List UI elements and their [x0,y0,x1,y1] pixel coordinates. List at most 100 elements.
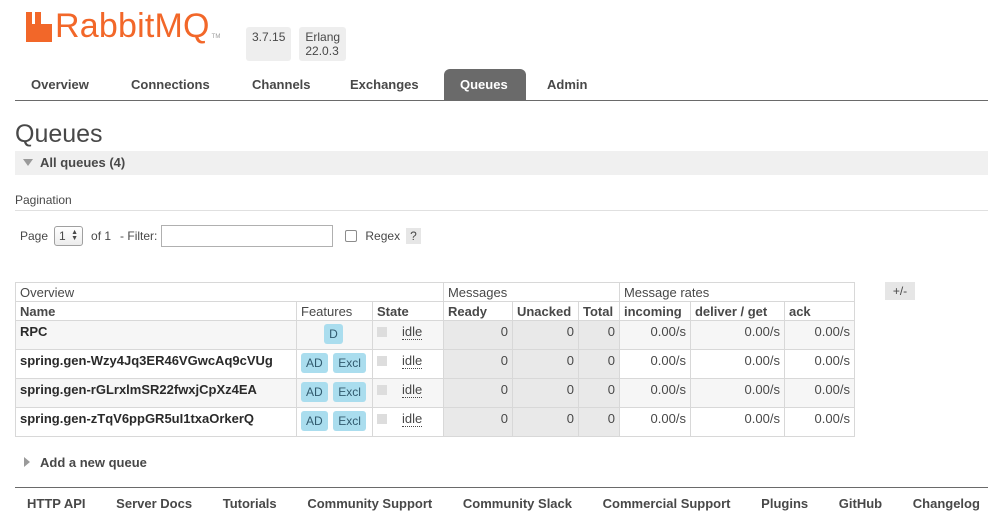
all-queues-section-toggle[interactable]: All queues (4) [15,151,988,175]
column-header-deliver-get[interactable]: deliver / get [689,301,785,321]
state-text: idle [401,382,423,398]
erlang-version-badge: Erlang 22.0.3 [299,27,347,61]
regex-help-button[interactable]: ? [406,228,421,244]
filter-input[interactable] [161,225,334,247]
group-header-message-rates: Message rates [618,282,855,302]
ready-count: 0 [442,407,513,437]
state-text: idle [401,353,423,369]
logo-text: RabbitMQ [55,7,210,45]
unacked-count: 0 [511,320,579,350]
filter-label: - Filter: [120,229,158,243]
footer-link-plugins[interactable]: Plugins [761,496,808,511]
queues-table: Overview Messages Message rates Name Fea… [15,282,855,437]
incoming-rate: 0.00/s [618,407,691,437]
total-count: 0 [577,407,620,437]
pagination-label: Pagination [15,193,72,207]
incoming-rate: 0.00/s [618,349,691,379]
rabbit-logo-icon [26,12,52,42]
footer-link-commercial-support[interactable]: Commercial Support [603,496,731,511]
version-badge: 3.7.15 [246,27,292,61]
table-row[interactable]: RPC D idle 0 0 0 0.00/s 0.00/s 0.00/s [15,320,855,350]
feature-badge-durable: D [324,324,343,344]
add-new-queue-label: Add a new queue [40,455,147,470]
deliver-get-rate: 0.00/s [689,349,785,379]
unacked-count: 0 [511,349,579,379]
expand-triangle-icon [24,457,30,467]
column-header-total[interactable]: Total [577,301,620,321]
ack-rate: 0.00/s [783,320,855,350]
state-indicator-icon [376,385,387,395]
rabbitmq-logo[interactable]: RabbitMQ TM [26,7,221,45]
footer-link-http-api[interactable]: HTTP API [27,496,86,511]
group-header-messages: Messages [442,282,620,302]
state-indicator-icon [376,414,387,424]
divider [15,210,988,211]
total-count: 0 [577,349,620,379]
add-new-queue-toggle[interactable]: Add a new queue [24,455,147,470]
footer-link-github[interactable]: GitHub [839,496,882,511]
page-title: Queues [15,120,103,148]
column-toggle-button[interactable]: +/- [885,282,915,300]
incoming-rate: 0.00/s [618,320,691,350]
tab-exchanges[interactable]: Exchanges [334,69,435,101]
feature-badge-auto-delete: AD [301,382,328,402]
table-row[interactable]: spring.gen-rGLrxlmSR22fwxjCpXz4EA AD Exc… [15,378,855,408]
state-indicator-icon [376,356,387,366]
ready-count: 0 [442,349,513,379]
state-text: idle [401,411,423,427]
page-label: Page [20,229,49,243]
pagination-controls: Page 1 ▲ ▼ of 1 - Filter: Regex ? [20,224,421,248]
queue-name-link[interactable]: spring.gen-rGLrxlmSR22fwxjCpXz4EA [15,378,297,408]
tab-channels[interactable]: Channels [236,69,327,101]
queue-name-link[interactable]: spring.gen-zTqV6ppGR5uI1txaOrkerQ [15,407,297,437]
table-row[interactable]: spring.gen-Wzy4Jq3ER46VGwcAq9cVUg AD Exc… [15,349,855,379]
state-indicator-icon [376,327,387,337]
column-header-ack[interactable]: ack [783,301,855,321]
ready-count: 0 [442,320,513,350]
footer-link-changelog[interactable]: Changelog [913,496,980,511]
footer-link-server-docs[interactable]: Server Docs [116,496,192,511]
logo-trademark: TM [211,34,221,40]
column-header-name[interactable]: Name [15,301,297,321]
footer-links: HTTP API Server Docs Tutorials Community… [15,496,988,511]
group-header-overview: Overview [15,282,444,302]
footer-link-community-support[interactable]: Community Support [307,496,432,511]
column-header-ready[interactable]: Ready [442,301,513,321]
feature-badge-auto-delete: AD [301,353,328,373]
unacked-count: 0 [511,378,579,408]
queue-name-link[interactable]: spring.gen-Wzy4Jq3ER46VGwcAq9cVUg [15,349,297,379]
tab-admin[interactable]: Admin [531,69,603,101]
column-header-unacked[interactable]: Unacked [511,301,579,321]
ack-rate: 0.00/s [783,349,855,379]
regex-checkbox[interactable] [345,230,358,242]
ack-rate: 0.00/s [783,407,855,437]
feature-badge-exclusive: Excl [333,411,366,431]
deliver-get-rate: 0.00/s [689,407,785,437]
footer-link-tutorials[interactable]: Tutorials [223,496,277,511]
column-header-features: Features [296,301,373,321]
footer-link-community-slack[interactable]: Community Slack [463,496,572,511]
updown-arrows-icon: ▲ ▼ [71,229,79,242]
collapse-triangle-icon [23,159,33,166]
page-select[interactable]: 1 ▲ ▼ [54,226,84,246]
queue-name-link[interactable]: RPC [15,320,297,350]
feature-badge-exclusive: Excl [333,353,366,373]
tab-connections[interactable]: Connections [115,69,226,101]
tab-queues[interactable]: Queues [444,69,526,101]
unacked-count: 0 [511,407,579,437]
page-of-label: of 1 [91,229,112,243]
table-row[interactable]: spring.gen-zTqV6ppGR5uI1txaOrkerQ AD Exc… [15,407,855,437]
incoming-rate: 0.00/s [618,378,691,408]
total-count: 0 [577,320,620,350]
tab-overview[interactable]: Overview [15,69,105,101]
page-select-value: 1 [59,229,66,243]
column-header-state[interactable]: State [371,301,444,321]
ack-rate: 0.00/s [783,378,855,408]
ready-count: 0 [442,378,513,408]
deliver-get-rate: 0.00/s [689,320,785,350]
regex-label: Regex [365,229,401,243]
total-count: 0 [577,378,620,408]
deliver-get-rate: 0.00/s [689,378,785,408]
column-header-incoming[interactable]: incoming [618,301,691,321]
footer-divider [15,487,988,488]
